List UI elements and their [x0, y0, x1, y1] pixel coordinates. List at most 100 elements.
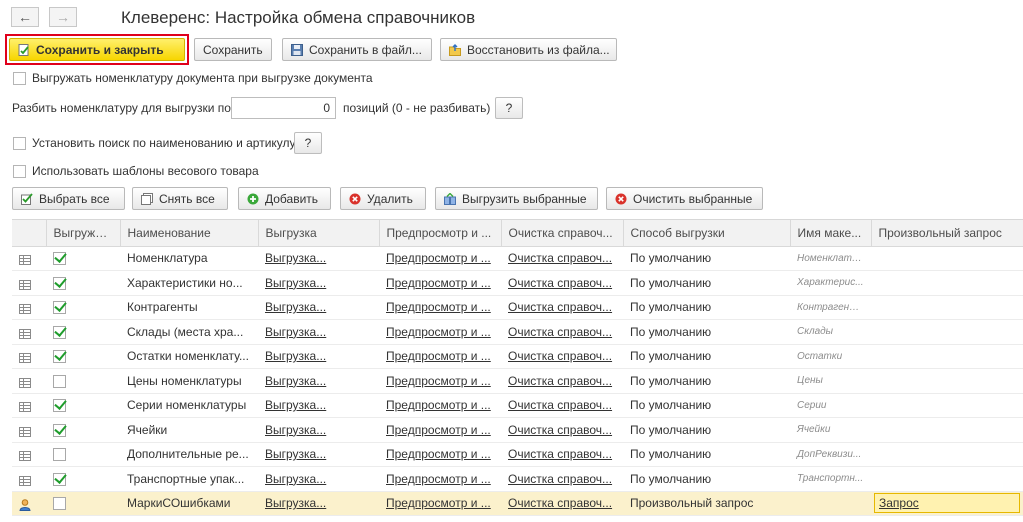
clear-link[interactable]: Очистка справоч... — [501, 368, 623, 394]
method-cell[interactable]: Произвольный запрос — [623, 491, 790, 516]
query-link[interactable]: Запрос — [874, 493, 1020, 514]
method-cell[interactable]: По умолчанию — [623, 270, 790, 296]
export-flag-cell[interactable] — [46, 344, 120, 369]
custom-query-cell[interactable] — [871, 295, 1023, 320]
name-cell[interactable]: Дополнительные ре... — [120, 442, 258, 467]
layout-name-cell[interactable] — [790, 491, 871, 516]
name-cell[interactable]: Характеристики но... — [120, 270, 258, 296]
custom-query-cell[interactable] — [871, 417, 1023, 443]
header-clear[interactable]: Очистка справоч... — [501, 220, 624, 247]
save-and-close-button[interactable]: Сохранить и закрыть — [9, 38, 185, 61]
header-name[interactable]: Наименование — [120, 220, 259, 247]
export-flag-checkbox[interactable] — [53, 350, 66, 364]
method-cell[interactable]: По умолчанию — [623, 344, 790, 369]
clear-link[interactable]: Очистка справоч... — [501, 319, 623, 345]
export-flag-checkbox[interactable] — [53, 374, 66, 388]
clear-link[interactable]: Очистка справоч... — [501, 246, 623, 271]
method-cell[interactable]: По умолчанию — [623, 295, 790, 320]
preview-link[interactable]: Предпросмотр и ... — [379, 368, 501, 394]
clear-link[interactable]: Очистка справоч... — [501, 491, 623, 516]
export-flag-cell[interactable] — [46, 466, 120, 492]
layout-name-cell[interactable]: ДопРеквизи... — [790, 442, 871, 467]
export-link[interactable]: Выгрузка... — [258, 270, 379, 296]
layout-name-cell[interactable]: Серии — [790, 393, 871, 418]
export-flag-checkbox[interactable] — [53, 399, 66, 413]
custom-query-cell[interactable] — [871, 270, 1023, 296]
name-cell[interactable]: Транспортные упак... — [120, 466, 258, 492]
export-flag-checkbox[interactable] — [53, 472, 66, 486]
clear-selected-button[interactable]: Очистить выбранные — [606, 187, 763, 210]
header-export-flag[interactable]: Выгружать — [46, 220, 121, 247]
save-button[interactable]: Сохранить — [194, 38, 272, 61]
add-button[interactable]: Добавить — [238, 187, 331, 210]
table-row[interactable]: Ячейки Выгрузка... Предпросмотр и ... Очист… — [12, 417, 1023, 443]
preview-link[interactable]: Предпросмотр и ... — [379, 246, 501, 271]
method-cell[interactable]: По умолчанию — [623, 442, 790, 467]
name-cell[interactable]: Контрагенты — [120, 295, 258, 320]
table-row[interactable]: Номенклатура Выгрузка... Предпросмотр и ..… — [12, 246, 1023, 271]
method-cell[interactable]: По умолчанию — [623, 246, 790, 271]
save-to-file-button[interactable]: Сохранить в файл... — [282, 38, 432, 61]
search-setting-checkbox[interactable] — [13, 137, 26, 150]
export-link[interactable]: Выгрузка... — [258, 319, 379, 345]
table-row[interactable]: Остатки номенклату... Выгрузка... Предпрос… — [12, 344, 1023, 369]
table-row[interactable]: Транспортные упак... Выгрузка... Предпросм… — [12, 466, 1023, 492]
table-row[interactable]: МаркиСОшибками Выгрузка... Предпросмотр и … — [12, 491, 1023, 516]
custom-query-cell[interactable] — [871, 319, 1023, 345]
export-flag-checkbox[interactable] — [53, 325, 66, 339]
preview-link[interactable]: Предпросмотр и ... — [379, 442, 501, 467]
export-flag-checkbox[interactable] — [53, 497, 66, 511]
table-row[interactable]: Контрагенты Выгрузка... Предпросмотр и ...… — [12, 295, 1023, 320]
header-export[interactable]: Выгрузка — [258, 220, 380, 247]
export-flag-checkbox[interactable] — [53, 301, 66, 315]
name-cell[interactable]: Остатки номенклату... — [120, 344, 258, 369]
method-cell[interactable]: По умолчанию — [623, 417, 790, 443]
export-flag-checkbox[interactable] — [53, 276, 66, 290]
export-link[interactable]: Выгрузка... — [258, 491, 379, 516]
name-cell[interactable]: Номенклатура — [120, 246, 258, 271]
search-help-button[interactable]: ? — [294, 132, 322, 154]
export-flag-cell[interactable] — [46, 319, 120, 345]
name-cell[interactable]: Серии номенклатуры — [120, 393, 258, 418]
preview-link[interactable]: Предпросмотр и ... — [379, 491, 501, 516]
name-cell[interactable]: МаркиСОшибками — [120, 491, 258, 516]
export-link[interactable]: Выгрузка... — [258, 295, 379, 320]
preview-link[interactable]: Предпросмотр и ... — [379, 319, 501, 345]
table-row[interactable]: Склады (места хра... Выгрузка... Предпросм… — [12, 319, 1023, 345]
export-flag-cell[interactable] — [46, 491, 120, 516]
method-cell[interactable]: По умолчанию — [623, 466, 790, 492]
header-layout-name[interactable]: Имя маке... — [790, 220, 872, 247]
preview-link[interactable]: Предпросмотр и ... — [379, 466, 501, 492]
export-flag-checkbox[interactable] — [53, 252, 66, 266]
export-link[interactable]: Выгрузка... — [258, 442, 379, 467]
export-nomenclature-checkbox[interactable] — [13, 72, 26, 85]
header-method[interactable]: Способ выгрузки — [623, 220, 791, 247]
preview-link[interactable]: Предпросмотр и ... — [379, 393, 501, 418]
custom-query-cell[interactable]: Запрос — [871, 491, 1023, 516]
name-cell[interactable]: Ячейки — [120, 417, 258, 443]
export-link[interactable]: Выгрузка... — [258, 368, 379, 394]
delete-button[interactable]: Удалить — [340, 187, 426, 210]
export-flag-cell[interactable] — [46, 442, 120, 467]
export-flag-cell[interactable] — [46, 417, 120, 443]
export-link[interactable]: Выгрузка... — [258, 417, 379, 443]
exchange-table[interactable]: Выгружать Наименование Выгрузка Предпрос… — [12, 219, 1023, 522]
method-cell[interactable]: По умолчанию — [623, 393, 790, 418]
layout-name-cell[interactable]: Ячейки — [790, 417, 871, 443]
split-count-input[interactable]: 0 — [231, 97, 336, 119]
restore-from-file-button[interactable]: Восстановить из файла... — [440, 38, 617, 61]
preview-link[interactable]: Предпросмотр и ... — [379, 295, 501, 320]
clear-link[interactable]: Очистка справоч... — [501, 417, 623, 443]
method-cell[interactable]: По умолчанию — [623, 319, 790, 345]
export-link[interactable]: Выгрузка... — [258, 466, 379, 492]
table-row[interactable]: Серии номенклатуры Выгрузка... Предпросмот… — [12, 393, 1023, 418]
custom-query-cell[interactable] — [871, 442, 1023, 467]
export-flag-cell[interactable] — [46, 393, 120, 418]
table-row[interactable]: Цены номенклатуры Выгрузка... Предпросмотр… — [12, 368, 1023, 394]
layout-name-cell[interactable]: Склады — [790, 319, 871, 345]
preview-link[interactable]: Предпросмотр и ... — [379, 344, 501, 369]
table-row[interactable]: Дополнительные ре... Выгрузка... Предпросм… — [12, 442, 1023, 467]
header-custom-query[interactable]: Произвольный запрос — [871, 220, 1023, 247]
clear-link[interactable]: Очистка справоч... — [501, 442, 623, 467]
clear-link[interactable]: Очистка справоч... — [501, 344, 623, 369]
